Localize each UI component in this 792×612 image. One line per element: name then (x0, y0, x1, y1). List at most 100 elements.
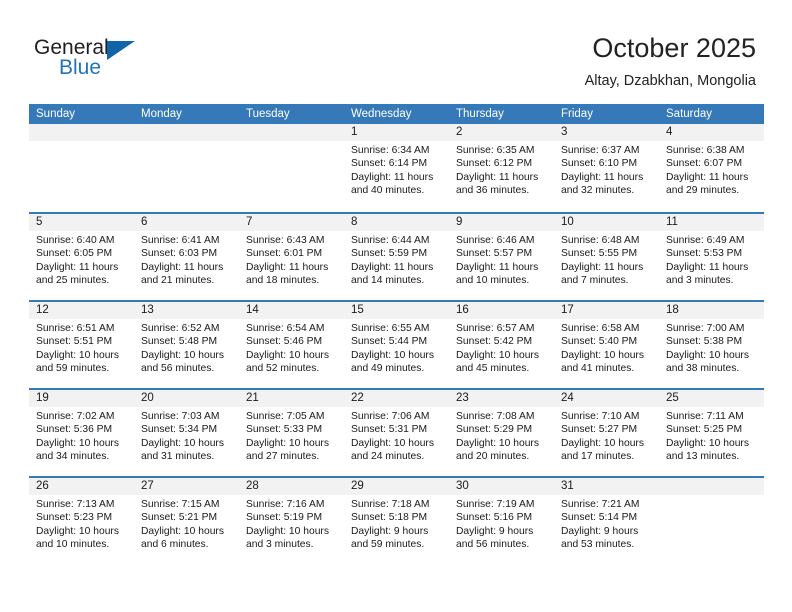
weekday-header-sunday: Sunday (36, 108, 76, 120)
calendar-week-row: 12 Sunrise: 6:51 AM Sunset: 5:51 PM Dayligh… (29, 300, 764, 388)
daylight-text-line1: Daylight: 11 hours (561, 171, 644, 183)
daylight-text-line1: Daylight: 10 hours (561, 437, 644, 449)
sunset-text: Sunset: 5:25 PM (666, 424, 743, 436)
sunset-text: Sunset: 5:31 PM (351, 424, 428, 436)
day-sun-info: Sunrise: 7:11 AM Sunset: 5:25 PM Daylight:… (659, 407, 764, 464)
day-cell[interactable]: 5 Sunrise: 6:40 AM Sunset: 6:05 PM Daylight… (29, 214, 134, 300)
daylight-text-line2: and 56 minutes. (141, 363, 215, 375)
day-cell[interactable]: 9 Sunrise: 6:46 AM Sunset: 5:57 PM Daylight… (449, 214, 554, 300)
day-cell[interactable]: 31 Sunrise: 7:21 AM Sunset: 5:14 PM Dayligh… (554, 478, 659, 564)
day-number: 27 (134, 478, 239, 495)
day-sun-info: Sunrise: 7:16 AM Sunset: 5:19 PM Daylight:… (239, 495, 344, 552)
day-cell[interactable]: 18 Sunrise: 7:00 AM Sunset: 5:38 PM Dayligh… (659, 302, 764, 388)
day-cell[interactable]: 30 Sunrise: 7:19 AM Sunset: 5:16 PM Dayligh… (449, 478, 554, 564)
general-blue-logo[interactable]: General Blue (34, 36, 154, 84)
sunset-text: Sunset: 5:38 PM (666, 336, 743, 348)
day-cell[interactable]: 12 Sunrise: 6:51 AM Sunset: 5:51 PM Dayligh… (29, 302, 134, 388)
calendar-week-row: 5 Sunrise: 6:40 AM Sunset: 6:05 PM Daylight… (29, 212, 764, 300)
sunset-text: Sunset: 5:27 PM (561, 424, 638, 436)
sunset-text: Sunset: 5:19 PM (246, 512, 323, 524)
sunrise-text: Sunrise: 6:54 AM (246, 323, 325, 334)
day-cell[interactable]: 15 Sunrise: 6:55 AM Sunset: 5:44 PM Dayligh… (344, 302, 449, 388)
weekday-header-row: Sunday Monday Tuesday Wednesday Thursday… (29, 104, 764, 124)
day-cell[interactable]: 17 Sunrise: 6:58 AM Sunset: 5:40 PM Dayligh… (554, 302, 659, 388)
sunrise-text: Sunrise: 6:41 AM (141, 235, 220, 246)
day-sun-info: Sunrise: 7:02 AM Sunset: 5:36 PM Daylight:… (29, 407, 134, 464)
daylight-text-line1: Daylight: 9 hours (561, 525, 639, 537)
day-number: 15 (344, 302, 449, 319)
sunset-text: Sunset: 5:21 PM (141, 512, 218, 524)
day-number: 28 (239, 478, 344, 495)
day-cell[interactable]: 23 Sunrise: 7:08 AM Sunset: 5:29 PM Dayligh… (449, 390, 554, 476)
sunset-text: Sunset: 6:12 PM (456, 158, 533, 170)
day-cell[interactable]: 22 Sunrise: 7:06 AM Sunset: 5:31 PM Dayligh… (344, 390, 449, 476)
day-sun-info: Sunrise: 6:46 AM Sunset: 5:57 PM Daylight:… (449, 231, 554, 288)
day-cell[interactable]: 26 Sunrise: 7:13 AM Sunset: 5:23 PM Dayligh… (29, 478, 134, 564)
sunset-text: Sunset: 5:46 PM (246, 336, 323, 348)
location-subtitle: Altay, Dzabkhan, Mongolia (584, 73, 756, 89)
daylight-text-line2: and 56 minutes. (456, 539, 530, 551)
day-cell[interactable]: 20 Sunrise: 7:03 AM Sunset: 5:34 PM Dayligh… (134, 390, 239, 476)
daylight-text-line2: and 59 minutes. (36, 363, 110, 375)
sunset-text: Sunset: 5:44 PM (351, 336, 428, 348)
day-cell[interactable]: 19 Sunrise: 7:02 AM Sunset: 5:36 PM Dayligh… (29, 390, 134, 476)
day-number (659, 478, 764, 495)
daylight-text-line1: Daylight: 11 hours (141, 261, 224, 273)
daylight-text-line2: and 32 minutes. (561, 185, 635, 197)
day-cell[interactable]: 25 Sunrise: 7:11 AM Sunset: 5:25 PM Dayligh… (659, 390, 764, 476)
sunset-text: Sunset: 5:36 PM (36, 424, 113, 436)
day-cell[interactable]: 6 Sunrise: 6:41 AM Sunset: 6:03 PM Daylight… (134, 214, 239, 300)
day-number: 18 (659, 302, 764, 319)
sunset-text: Sunset: 5:48 PM (141, 336, 218, 348)
day-number: 4 (659, 124, 764, 141)
day-cell[interactable]: 28 Sunrise: 7:16 AM Sunset: 5:19 PM Dayligh… (239, 478, 344, 564)
day-cell[interactable]: 27 Sunrise: 7:15 AM Sunset: 5:21 PM Dayligh… (134, 478, 239, 564)
day-cell[interactable]: 24 Sunrise: 7:10 AM Sunset: 5:27 PM Dayligh… (554, 390, 659, 476)
day-number: 13 (134, 302, 239, 319)
day-cell[interactable]: 3 Sunrise: 6:37 AM Sunset: 6:10 PM Daylight… (554, 124, 659, 212)
day-sun-info: Sunrise: 6:52 AM Sunset: 5:48 PM Daylight:… (134, 319, 239, 376)
daylight-text-line2: and 7 minutes. (561, 275, 629, 287)
day-number: 1 (344, 124, 449, 141)
day-cell[interactable]: 13 Sunrise: 6:52 AM Sunset: 5:48 PM Dayligh… (134, 302, 239, 388)
daylight-text-line1: Daylight: 10 hours (246, 349, 329, 361)
day-cell[interactable]: 21 Sunrise: 7:05 AM Sunset: 5:33 PM Dayligh… (239, 390, 344, 476)
day-cell[interactable]: 11 Sunrise: 6:49 AM Sunset: 5:53 PM Dayligh… (659, 214, 764, 300)
day-number: 25 (659, 390, 764, 407)
daylight-text-line1: Daylight: 10 hours (666, 349, 749, 361)
sunset-text: Sunset: 5:33 PM (246, 424, 323, 436)
day-cell[interactable]: 29 Sunrise: 7:18 AM Sunset: 5:18 PM Dayligh… (344, 478, 449, 564)
day-cell[interactable]: 10 Sunrise: 6:48 AM Sunset: 5:55 PM Dayligh… (554, 214, 659, 300)
day-number: 17 (554, 302, 659, 319)
day-number: 31 (554, 478, 659, 495)
sunrise-text: Sunrise: 7:03 AM (141, 411, 220, 422)
day-sun-info: Sunrise: 6:38 AM Sunset: 6:07 PM Daylight:… (659, 141, 764, 198)
day-cell[interactable]: 4 Sunrise: 6:38 AM Sunset: 6:07 PM Daylight… (659, 124, 764, 212)
day-number: 11 (659, 214, 764, 231)
sunrise-text: Sunrise: 6:49 AM (666, 235, 745, 246)
day-cell[interactable]: 8 Sunrise: 6:44 AM Sunset: 5:59 PM Daylight… (344, 214, 449, 300)
day-sun-info: Sunrise: 6:34 AM Sunset: 6:14 PM Daylight:… (344, 141, 449, 198)
sunrise-text: Sunrise: 7:19 AM (456, 499, 535, 510)
daylight-text-line2: and 49 minutes. (351, 363, 425, 375)
daylight-text-line1: Daylight: 11 hours (456, 171, 539, 183)
day-sun-info: Sunrise: 7:13 AM Sunset: 5:23 PM Daylight:… (29, 495, 134, 552)
daylight-text-line2: and 3 minutes. (246, 539, 314, 551)
day-cell[interactable]: 14 Sunrise: 6:54 AM Sunset: 5:46 PM Dayligh… (239, 302, 344, 388)
daylight-text-line1: Daylight: 10 hours (456, 437, 539, 449)
daylight-text-line2: and 59 minutes. (351, 539, 425, 551)
day-cell[interactable]: 2 Sunrise: 6:35 AM Sunset: 6:12 PM Daylight… (449, 124, 554, 212)
daylight-text-line1: Daylight: 11 hours (456, 261, 539, 273)
day-cell[interactable]: 16 Sunrise: 6:57 AM Sunset: 5:42 PM Dayligh… (449, 302, 554, 388)
daylight-text-line2: and 14 minutes. (351, 275, 425, 287)
day-cell[interactable]: 7 Sunrise: 6:43 AM Sunset: 6:01 PM Daylight… (239, 214, 344, 300)
day-sun-info: Sunrise: 6:57 AM Sunset: 5:42 PM Daylight:… (449, 319, 554, 376)
daylight-text-line2: and 17 minutes. (561, 451, 635, 463)
calendar-grid: Sunday Monday Tuesday Wednesday Thursday… (29, 104, 764, 564)
sunrise-text: Sunrise: 7:21 AM (561, 499, 640, 510)
sunset-text: Sunset: 6:14 PM (351, 158, 428, 170)
day-number: 8 (344, 214, 449, 231)
day-cell[interactable]: 1 Sunrise: 6:34 AM Sunset: 6:14 PM Daylight… (344, 124, 449, 212)
calendar-week-row: 19 Sunrise: 7:02 AM Sunset: 5:36 PM Dayligh… (29, 388, 764, 476)
sunset-text: Sunset: 5:14 PM (561, 512, 638, 524)
